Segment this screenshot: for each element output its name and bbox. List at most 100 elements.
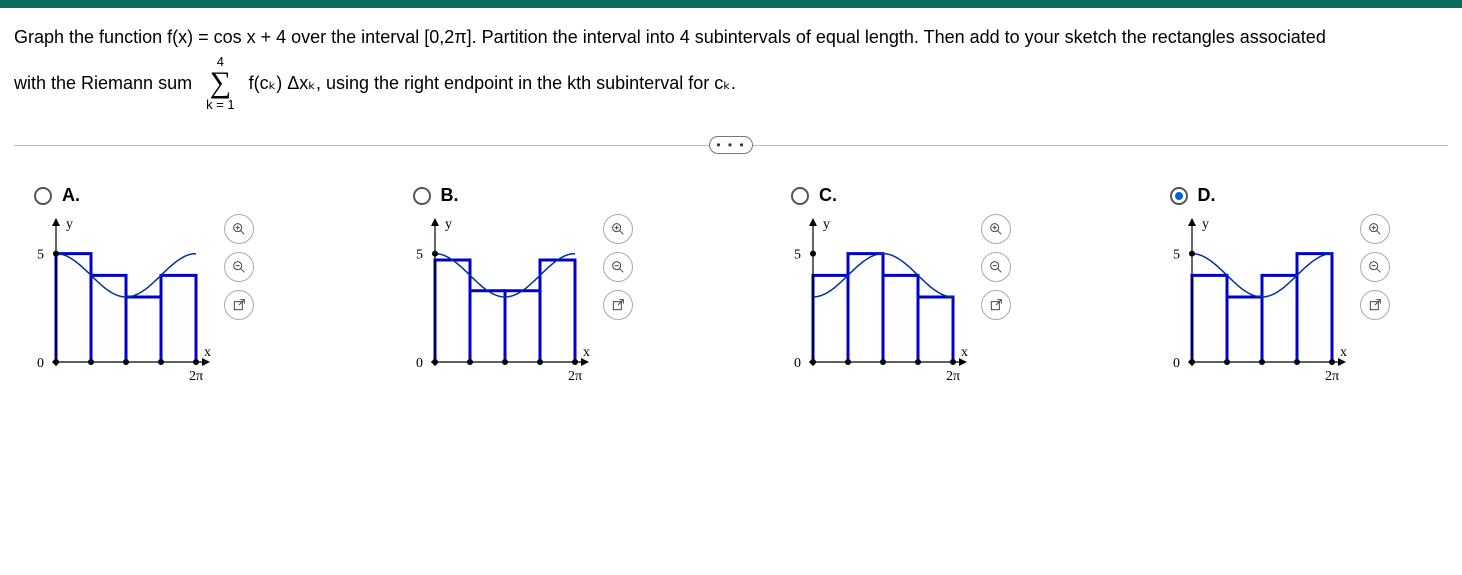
x-tick-dot <box>1329 359 1335 365</box>
x-tick-label: 2π <box>946 369 960 384</box>
popout-icon[interactable] <box>603 290 633 320</box>
y-axis-label: y <box>66 217 73 232</box>
x-tick-dot <box>88 359 94 365</box>
header-accent-bar <box>0 0 1462 8</box>
x-axis-label: x <box>204 345 211 360</box>
riemann-rectangle <box>91 275 126 362</box>
y-origin-label: 0 <box>1173 356 1180 371</box>
graph-with-tools: 502πyx <box>1170 214 1449 384</box>
riemann-rectangle <box>813 275 848 362</box>
radio-button[interactable] <box>1170 187 1188 205</box>
zoom-out-icon[interactable] <box>1360 252 1390 282</box>
riemann-rectangle <box>470 291 505 362</box>
y-origin-label: 0 <box>794 356 801 371</box>
y-axis-label: y <box>445 217 452 232</box>
y-axis-arrow-icon <box>431 218 439 226</box>
option-header: C. <box>791 185 1070 206</box>
answer-option: A. 5 0 2π y x <box>34 185 313 384</box>
x-tick-dot <box>467 359 473 365</box>
radio-button[interactable] <box>413 187 431 205</box>
option-label: A. <box>62 185 80 206</box>
question-content: Graph the function f(x) = cos x + 4 over… <box>0 8 1462 414</box>
sigma-icon: ∑ <box>210 68 231 98</box>
answer-graph: 502πyx <box>1170 214 1350 384</box>
answer-option: D. 502πyx <box>1170 185 1449 384</box>
answer-graph: 5 0 2π y x <box>791 214 971 384</box>
zoom-out-icon[interactable] <box>603 252 633 282</box>
x-tick-dot <box>432 359 438 365</box>
question-line-2-post: f(cₖ) Δxₖ, using the right endpoint in t… <box>249 70 736 97</box>
graph-tools <box>981 214 1011 320</box>
option-label: B. <box>441 185 459 206</box>
x-axis-label: x <box>583 345 590 360</box>
question-line-2: with the Riemann sum 4 ∑ k = 1 f(cₖ) Δxₖ… <box>14 55 1448 111</box>
riemann-rectangle <box>161 275 196 362</box>
option-label: C. <box>819 185 837 206</box>
graph-tools <box>1360 214 1390 320</box>
summation-symbol: 4 ∑ k = 1 <box>206 55 235 111</box>
option-header: A. <box>34 185 313 206</box>
riemann-rectangle <box>126 297 161 362</box>
popout-icon[interactable] <box>224 290 254 320</box>
graph-tools <box>224 214 254 320</box>
x-tick-dot <box>537 359 543 365</box>
graph-tools <box>603 214 633 320</box>
divider-row: • • • <box>14 133 1448 157</box>
y-tick-label: 5 <box>37 248 44 263</box>
y-origin-label: 0 <box>416 356 423 371</box>
x-tick-dot <box>123 359 129 365</box>
riemann-rectangle <box>435 260 470 362</box>
radio-button[interactable] <box>34 187 52 205</box>
x-tick-label: 2π <box>189 369 203 384</box>
option-label: D. <box>1198 185 1216 206</box>
graph-with-tools: 5 0 2π y x <box>791 214 1070 384</box>
y-axis-arrow-icon <box>52 218 60 226</box>
zoom-in-icon[interactable] <box>981 214 1011 244</box>
popout-icon[interactable] <box>1360 290 1390 320</box>
x-tick-dot <box>1294 359 1300 365</box>
x-tick-dot <box>880 359 886 365</box>
answer-graph: 5 0 2π y x <box>34 214 214 384</box>
radio-button[interactable] <box>791 187 809 205</box>
question-line-1: Graph the function f(x) = cos x + 4 over… <box>14 24 1448 51</box>
y-origin-label: 0 <box>37 356 44 371</box>
x-tick-dot <box>158 359 164 365</box>
y-tick-label: 5 <box>794 248 801 263</box>
answer-option: B. 5 0 2π y x <box>413 185 692 384</box>
x-axis-label: x <box>961 345 968 360</box>
graph-with-tools: 5 0 2π y x <box>413 214 692 384</box>
x-tick-dot <box>53 359 59 365</box>
riemann-rectangle <box>540 260 575 362</box>
graph-with-tools: 5 0 2π y x <box>34 214 313 384</box>
zoom-in-icon[interactable] <box>224 214 254 244</box>
y-tick-label: 5 <box>1173 248 1180 263</box>
zoom-out-icon[interactable] <box>224 252 254 282</box>
question-line-2-pre: with the Riemann sum <box>14 70 192 97</box>
y-tick-dot <box>53 251 59 257</box>
zoom-in-icon[interactable] <box>1360 214 1390 244</box>
y-axis-arrow-icon <box>1188 218 1196 226</box>
option-header: B. <box>413 185 692 206</box>
y-tick-label: 5 <box>416 248 423 263</box>
y-tick-dot <box>432 251 438 257</box>
y-axis-label: y <box>1202 217 1209 232</box>
answer-options-row: A. 5 0 2π y x B. 5 0 2π y x C. <box>14 185 1448 384</box>
x-tick-label: 2π <box>567 369 581 384</box>
zoom-out-icon[interactable] <box>981 252 1011 282</box>
x-tick-dot <box>1189 359 1195 365</box>
option-header: D. <box>1170 185 1449 206</box>
x-tick-dot <box>845 359 851 365</box>
y-axis-arrow-icon <box>809 218 817 226</box>
riemann-rectangle <box>1192 275 1227 362</box>
expand-button[interactable]: • • • <box>709 136 753 154</box>
zoom-in-icon[interactable] <box>603 214 633 244</box>
x-tick-dot <box>915 359 921 365</box>
x-tick-dot <box>1259 359 1265 365</box>
x-tick-dot <box>572 359 578 365</box>
y-tick-dot <box>1189 251 1195 257</box>
riemann-rectangle <box>918 297 953 362</box>
x-tick-dot <box>810 359 816 365</box>
riemann-rectangle <box>505 291 540 362</box>
y-axis-label: y <box>823 217 830 232</box>
popout-icon[interactable] <box>981 290 1011 320</box>
